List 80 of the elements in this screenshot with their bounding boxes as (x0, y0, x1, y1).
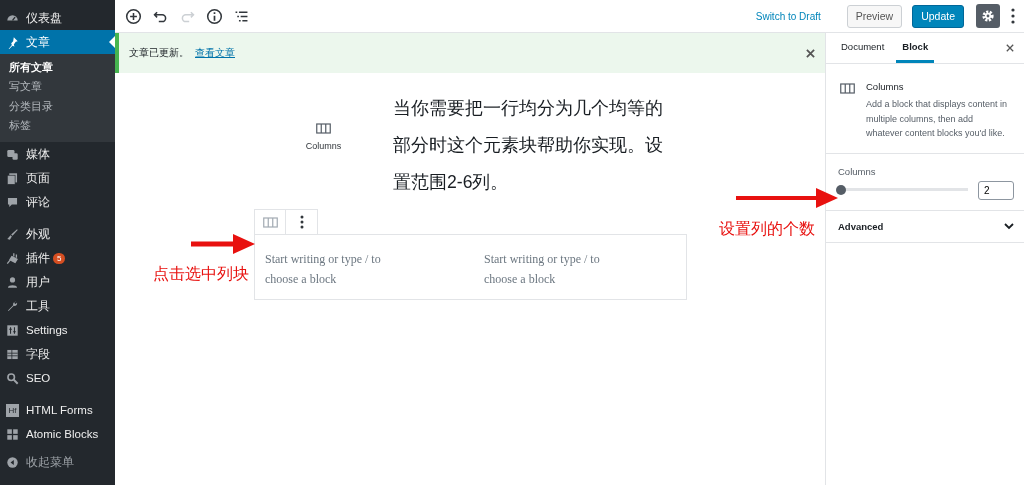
columns-icon (840, 83, 855, 94)
sidebar-item[interactable]: 插件 5 (0, 246, 115, 270)
paragraph: 当你需要把一行均分为几个均等的部分时这个元素块帮助你实现。设置范围2-6列。 (393, 97, 664, 194)
info-icon[interactable] (206, 7, 223, 25)
sidebar-item[interactable]: 仪表盘 (0, 6, 115, 30)
item-label: 工具 (26, 298, 50, 314)
update-button[interactable]: Update (912, 4, 964, 28)
columns-icon (262, 216, 278, 228)
blocks-icon (6, 427, 19, 441)
add-icon[interactable] (125, 7, 142, 25)
user-icon (6, 275, 19, 289)
preview-button[interactable]: Preview (846, 4, 903, 28)
sidebar-item[interactable]: 评论 (0, 190, 115, 214)
sidebar-item[interactable]: Hf HTML Forms (0, 398, 115, 422)
count-badge: 5 (53, 252, 66, 264)
submenu-item[interactable]: 所有文章 (0, 58, 115, 78)
plug-icon (6, 251, 19, 265)
block-description: Add a block that displays content in multiple columns, then add whatever content blocks you'd like. (866, 98, 1009, 140)
close-icon[interactable] (806, 48, 815, 58)
sidebar-item[interactable]: 外观 (0, 222, 115, 246)
columns-number-field[interactable]: 2 (978, 180, 1014, 200)
grid-icon (6, 347, 19, 361)
annotation-text: 点击选中列块 (153, 264, 249, 284)
page-icon (6, 171, 19, 185)
column-placeholder[interactable]: Start writing or type / to choose a block (265, 249, 415, 299)
item-label: 插件 (26, 250, 50, 266)
close-icon[interactable] (1006, 44, 1014, 52)
sidebar-item[interactable]: 字段 (0, 342, 115, 366)
comment-icon (6, 195, 19, 209)
columns-block[interactable]: Start writing or type / to choose a block Start writing or type / to choose a block (254, 234, 687, 300)
item-label: 媒体 (26, 146, 50, 162)
gear-icon (981, 9, 995, 23)
more-icon (299, 214, 304, 230)
settings-icon (6, 323, 19, 337)
annotation-text: 设置列的个数 (719, 219, 815, 239)
chevron-icon (1004, 222, 1014, 230)
sidebar-item[interactable]: Atomic Blocks (0, 422, 115, 446)
sidebar-item[interactable]: 工具 (0, 294, 115, 318)
view-post-link[interactable]: 查看文章 (195, 46, 235, 60)
item-label: 外观 (26, 226, 50, 242)
notice-text: 文章已更新。 (129, 46, 189, 60)
settings-button[interactable] (976, 4, 1000, 28)
advanced-section-toggle[interactable]: Advanced (826, 210, 1024, 243)
item-label: SEO (26, 372, 51, 384)
setting-label: Columns (838, 165, 877, 177)
sidebar-item[interactable]: SEO (0, 366, 115, 390)
column-placeholder[interactable]: Start writing or type / to choose a block (484, 249, 634, 299)
submenu-item[interactable]: 标签 (0, 116, 115, 136)
more-icon[interactable] (1010, 8, 1016, 24)
brush-icon (6, 227, 19, 241)
item-label: 用户 (26, 274, 50, 290)
sidebar-item[interactable]: 页面 (0, 166, 115, 190)
collapse-icon[interactable] (6, 455, 19, 469)
collapse-menu-link[interactable]: 收起菜单 (26, 454, 74, 470)
block-label: Columns (305, 141, 342, 151)
pin-icon (6, 35, 19, 49)
slider-thumb[interactable] (836, 185, 846, 195)
columns-icon (316, 123, 331, 134)
switch-to-draft-link[interactable]: Switch to Draft (749, 9, 827, 23)
sidebar-item[interactable]: 用户 (0, 270, 115, 294)
item-label: 评论 (26, 194, 50, 210)
sidebar-item[interactable]: 文章 (0, 30, 115, 54)
sidebar-item[interactable]: 媒体 (0, 142, 115, 166)
item-label: Settings (26, 324, 68, 336)
logo-icon: Hf (6, 403, 19, 417)
panel-tab[interactable]: Document (835, 33, 891, 63)
item-label: HTML Forms (26, 404, 93, 416)
item-label: 页面 (26, 170, 50, 186)
item-label: 仪表盘 (26, 10, 62, 26)
item-label: 文章 (26, 34, 50, 50)
annotation-arrow (189, 233, 257, 255)
item-label: 字段 (26, 346, 50, 362)
item-label: Atomic Blocks (26, 428, 99, 440)
search-icon (6, 371, 19, 385)
block-title: Columns (866, 81, 905, 92)
panel-tab[interactable]: Block (896, 33, 935, 63)
submenu-item[interactable]: 写文章 (0, 77, 115, 97)
submenu-item[interactable]: 分类目录 (0, 97, 115, 117)
sidebar-item[interactable]: Settings (0, 318, 115, 342)
media-icon (6, 147, 19, 161)
